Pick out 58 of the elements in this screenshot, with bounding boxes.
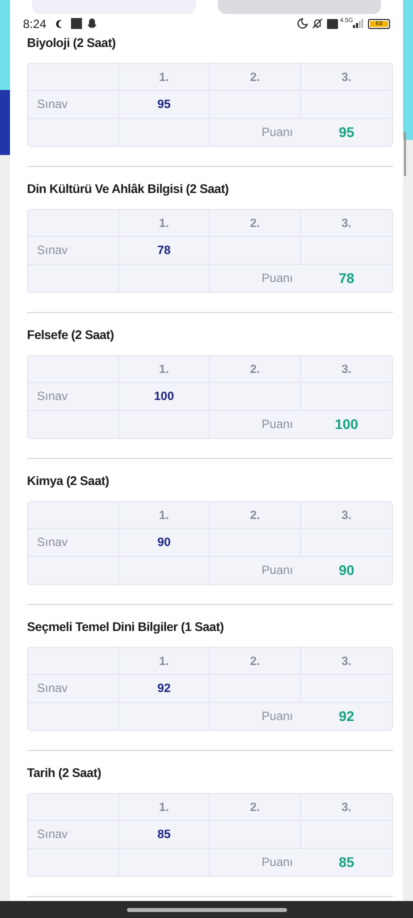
column-header: 3. <box>341 507 352 524</box>
average-score: 95 <box>338 122 354 142</box>
scroll-thumb[interactable] <box>404 132 406 176</box>
ghost-icon <box>87 18 98 29</box>
subject-title: Felsefe (2 Saat) <box>27 326 115 344</box>
row-label: Sınav <box>37 680 68 698</box>
subject-title: Seçmeli Temel Dini Bilgiler (1 Saat) <box>27 618 225 636</box>
row-label: Sınav <box>37 826 68 844</box>
bell-off-icon <box>312 18 323 29</box>
signal-icon <box>353 19 363 28</box>
exam-score: 78 <box>157 242 171 260</box>
backdrop-stripe <box>0 90 10 155</box>
exam-score: 92 <box>157 680 171 698</box>
column-header: 1. <box>158 507 169 524</box>
exam-score: 90 <box>157 534 171 552</box>
column-header: 2. <box>250 215 260 232</box>
average-label: Puanı <box>262 270 293 288</box>
average-score: 85 <box>338 852 354 872</box>
square-icon <box>71 18 82 29</box>
subject-title: Tarih (2 Saat) <box>27 764 102 782</box>
column-header: 3. <box>341 215 352 232</box>
column-header: 1. <box>158 653 169 670</box>
column-header: 1. <box>158 361 169 378</box>
average-label: Puanı <box>262 562 293 580</box>
average-label: Puanı <box>262 416 293 434</box>
exam-score: 95 <box>157 96 171 114</box>
column-header: 2. <box>250 69 260 86</box>
average-score: 92 <box>338 706 354 726</box>
row-label: Sınav <box>37 534 68 552</box>
moon-icon <box>296 18 308 29</box>
column-header: 3. <box>341 361 352 378</box>
average-label: Puanı <box>262 708 293 726</box>
row-label: Sınav <box>37 242 68 260</box>
subject-title: Din Kültürü Ve Ahlâk Bilgisi (2 Saat) <box>27 180 230 198</box>
subject-title: Kimya (2 Saat) <box>27 472 110 490</box>
average-label: Puanı <box>262 124 293 142</box>
column-header: 3. <box>341 799 352 816</box>
column-header: 1. <box>158 69 169 86</box>
column-header: 2. <box>250 507 260 524</box>
average-score: 90 <box>338 560 354 580</box>
tab-pill[interactable] <box>218 0 381 14</box>
home-handle[interactable] <box>126 908 286 912</box>
subject-title: Biyoloji (2 Saat) <box>27 34 117 52</box>
average-score: 78 <box>338 268 354 288</box>
row-label: Sınav <box>37 388 68 406</box>
column-header: 2. <box>250 799 260 816</box>
column-header: 2. <box>250 653 260 670</box>
column-header: 1. <box>158 215 169 232</box>
column-header: 3. <box>341 69 352 86</box>
exam-score: 85 <box>157 826 171 844</box>
exam-score: 100 <box>154 388 174 406</box>
column-header: 3. <box>341 653 352 670</box>
column-header: 2. <box>250 361 260 378</box>
column-header: 1. <box>158 799 169 816</box>
status-time: 8:24 <box>23 16 46 32</box>
row-label: Sınav <box>37 96 68 114</box>
average-score: 100 <box>334 414 358 434</box>
average-label: Puanı <box>262 854 293 872</box>
